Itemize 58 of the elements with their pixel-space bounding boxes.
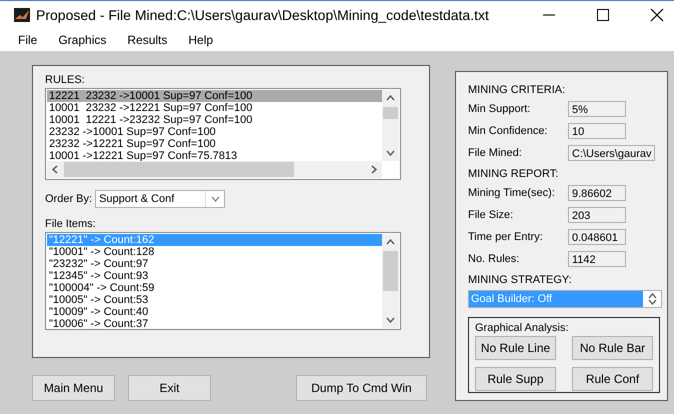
list-item[interactable]: "100004" -> Count:59 <box>47 282 382 294</box>
window-title: Proposed - File Mined:C:\Users\gaurav\Desktop\Mining_code\testdata.txt <box>36 7 490 23</box>
menu-item[interactable]: Results <box>117 33 178 47</box>
list-item[interactable]: 23232 ->12221 Sup=97 Conf=100 <box>47 138 382 150</box>
list-item[interactable]: "10005" -> Count:53 <box>47 294 382 306</box>
field-label: Min Confidence: <box>468 125 548 137</box>
list-item[interactable]: "10009" -> Count:40 <box>47 306 382 318</box>
menu-item[interactable]: Graphics <box>48 33 118 47</box>
menu-item[interactable]: File <box>8 33 48 47</box>
value-field: 0.048601 <box>568 229 626 245</box>
chart-button[interactable]: No Rule Bar <box>572 336 653 360</box>
list-label: RULES: <box>45 74 86 86</box>
field-label: File Size: <box>468 209 514 221</box>
value-field: C:\Users\gaurav <box>568 145 656 161</box>
value-field: 9.86602 <box>568 185 626 201</box>
field-label: File Mined: <box>468 147 523 159</box>
chart-button[interactable]: No Rule Line <box>475 336 556 360</box>
field-label: Time per Entry: <box>468 231 544 243</box>
list-label: File Items: <box>45 218 97 230</box>
list-item[interactable]: "10001" -> Count:128 <box>47 246 382 258</box>
list-item[interactable]: 23232 ->10001 Sup=97 Conf=100 <box>47 126 382 138</box>
scrollbar-thumb[interactable] <box>383 107 398 119</box>
app-logo-icon <box>14 8 30 22</box>
value-field: 5% <box>568 101 626 117</box>
chart-button[interactable]: Rule Conf <box>572 367 653 391</box>
maximize-icon[interactable] <box>596 8 610 22</box>
close-icon[interactable] <box>650 8 664 22</box>
dialog-button[interactable]: Main Menu <box>32 375 115 401</box>
field-label: Mining Time(sec): <box>468 187 556 199</box>
section-heading: MINING STRATEGY: <box>468 274 573 286</box>
order-by-label: Order By: <box>45 193 92 205</box>
chart-button[interactable]: Rule Supp <box>475 367 556 391</box>
scrollbar[interactable] <box>47 161 382 178</box>
value-field: 203 <box>568 207 626 223</box>
list-item[interactable]: "12345" -> Count:93 <box>47 270 382 282</box>
scrollbar[interactable] <box>382 234 399 328</box>
list-item[interactable]: 10001 ->12221 Sup=97 Conf=75.7813 <box>47 150 382 161</box>
order-by-dropdown[interactable]: Support & Conf <box>95 190 226 208</box>
scrollbar-thumb[interactable] <box>383 251 398 291</box>
section-heading: MINING CRITERIA: <box>468 84 566 96</box>
value-field: 1142 <box>568 251 626 267</box>
scrollbar-thumb[interactable] <box>64 162 294 177</box>
value-field: 10 <box>568 123 626 139</box>
field-label: Min Support: <box>468 103 532 115</box>
dialog-button[interactable]: Exit <box>128 375 211 401</box>
section-heading: MINING REPORT: <box>468 168 560 180</box>
list-item[interactable]: 10001 23232 ->12221 Sup=97 Conf=100 <box>47 102 382 114</box>
chevron-down-icon <box>210 196 220 202</box>
list-item[interactable]: 10001 12221 ->23232 Sup=97 Conf=100 <box>47 114 382 126</box>
list-item[interactable]: "10006" -> Count:37 <box>47 318 382 328</box>
field-label: No. Rules: <box>468 253 520 265</box>
spinner-arrows-icon <box>648 293 656 305</box>
menu-item[interactable]: Help <box>178 33 224 47</box>
list-item[interactable]: "23232" -> Count:97 <box>47 258 382 270</box>
scrollbar[interactable] <box>382 90 399 161</box>
list-item[interactable]: 12221 23232 ->10001 Sup=97 Conf=100 <box>47 90 382 102</box>
dialog-button[interactable]: Dump To Cmd Win <box>296 375 427 401</box>
panel-label: Graphical Analysis: <box>475 322 570 334</box>
